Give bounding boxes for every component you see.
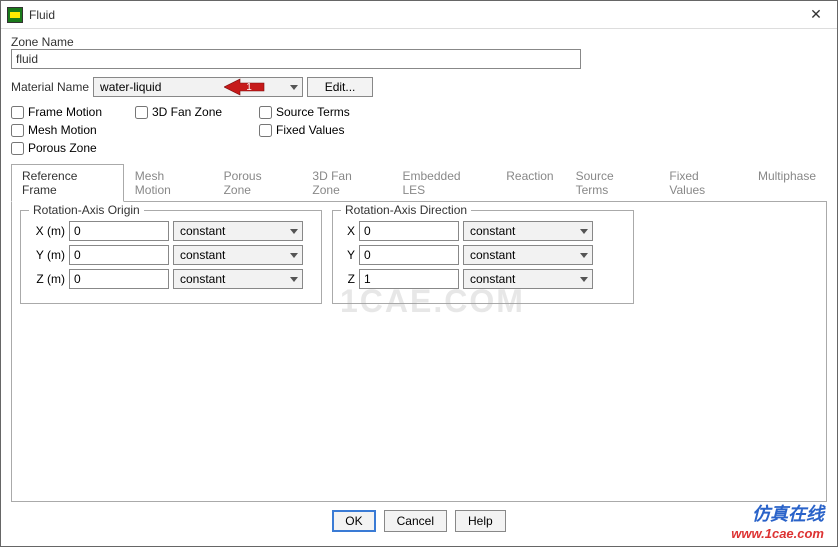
app-icon [7,7,23,23]
direction-legend: Rotation-Axis Direction [341,203,471,217]
tab-reference-frame[interactable]: Reference Frame [11,164,124,202]
titlebar: Fluid ✕ [1,1,837,29]
chevron-down-icon [580,253,588,258]
origin-z-label: Z (m) [31,272,65,286]
origin-y-label: Y (m) [31,248,65,262]
tab-mesh-motion[interactable]: Mesh Motion [124,164,213,202]
direction-z-input[interactable] [359,269,459,289]
source-terms-checkbox[interactable]: Source Terms [259,105,399,119]
ok-button[interactable]: OK [332,510,375,532]
chevron-down-icon [290,229,298,234]
fluid-dialog: Fluid ✕ Zone Name Material Name water-li… [0,0,838,547]
svg-text:1: 1 [246,82,252,93]
options-grid: Frame Motion 3D Fan Zone Source Terms Me… [11,105,827,155]
origin-z-mode[interactable]: constant [173,269,303,289]
direction-y-label: Y [343,248,355,262]
mesh-motion-checkbox[interactable]: Mesh Motion [11,123,131,137]
direction-x-label: X [343,224,355,238]
chevron-down-icon [580,277,588,282]
material-label: Material Name [11,80,89,94]
origin-y-mode[interactable]: constant [173,245,303,265]
frame-motion-checkbox[interactable]: Frame Motion [11,105,131,119]
annotation-marker: 1 [224,77,268,97]
close-button[interactable]: ✕ [801,4,831,26]
rotation-origin-group: Rotation-Axis Origin X (m) constant Y (m… [20,210,322,304]
origin-x-label: X (m) [31,224,65,238]
chevron-down-icon [290,277,298,282]
zone-name-input[interactable] [11,49,581,69]
origin-z-input[interactable] [69,269,169,289]
direction-x-mode[interactable]: constant [463,221,593,241]
button-bar: OK Cancel Help [11,502,827,542]
chevron-down-icon [290,253,298,258]
rotation-direction-group: Rotation-Axis Direction X constant Y con… [332,210,634,304]
origin-y-input[interactable] [69,245,169,265]
fan-zone-checkbox[interactable]: 3D Fan Zone [135,105,255,119]
cancel-button[interactable]: Cancel [384,510,447,532]
direction-x-input[interactable] [359,221,459,241]
direction-z-mode[interactable]: constant [463,269,593,289]
chevron-down-icon [290,85,298,90]
material-row: Material Name water-liquid 1 Edit... [11,77,827,97]
edit-material-button[interactable]: Edit... [307,77,373,97]
tab-embedded-les[interactable]: Embedded LES [392,164,496,202]
tab-3d-fan-zone[interactable]: 3D Fan Zone [301,164,391,202]
tab-source-terms[interactable]: Source Terms [565,164,659,202]
tab-fixed-values[interactable]: Fixed Values [658,164,747,202]
direction-y-mode[interactable]: constant [463,245,593,265]
window-title: Fluid [29,8,801,22]
tab-strip: Reference Frame Mesh Motion Porous Zone … [11,163,827,202]
help-button[interactable]: Help [455,510,506,532]
tab-multiphase[interactable]: Multiphase [747,164,827,202]
direction-y-input[interactable] [359,245,459,265]
direction-z-label: Z [343,272,355,286]
tab-reaction[interactable]: Reaction [495,164,564,202]
client-area: Zone Name Material Name water-liquid 1 E… [1,29,837,546]
origin-x-input[interactable] [69,221,169,241]
tab-porous-zone[interactable]: Porous Zone [213,164,302,202]
fixed-values-checkbox[interactable]: Fixed Values [259,123,399,137]
tab-content: Rotation-Axis Origin X (m) constant Y (m… [11,202,827,502]
zone-name-label: Zone Name [11,35,827,49]
chevron-down-icon [580,229,588,234]
porous-zone-checkbox[interactable]: Porous Zone [11,141,131,155]
material-dropdown[interactable]: water-liquid 1 [93,77,303,97]
origin-legend: Rotation-Axis Origin [29,203,144,217]
origin-x-mode[interactable]: constant [173,221,303,241]
material-value: water-liquid [100,80,161,94]
